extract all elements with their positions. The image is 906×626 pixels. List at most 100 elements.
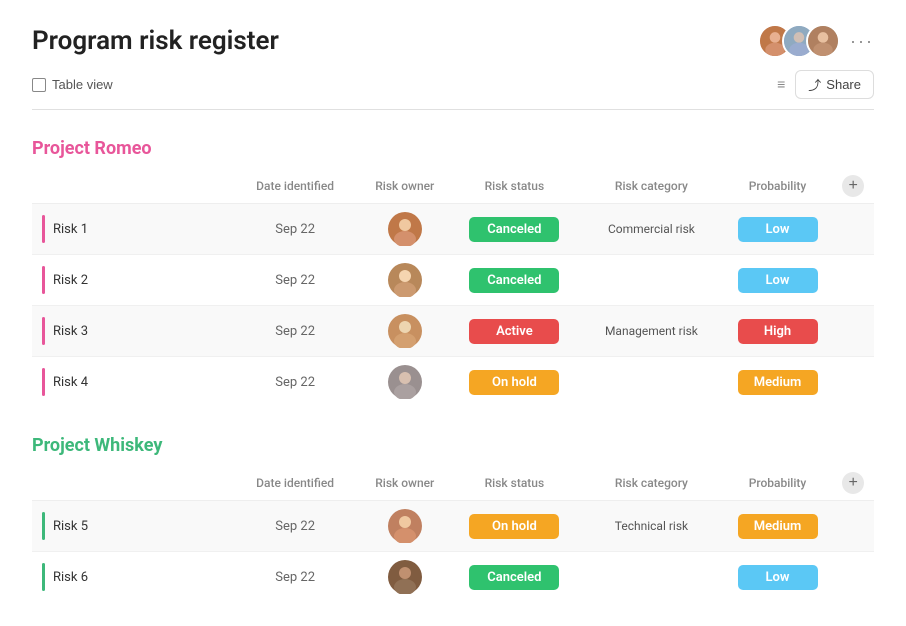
- risk-status-cell[interactable]: Canceled: [449, 204, 581, 255]
- risk-action-cell: [832, 204, 874, 255]
- risk-owner-cell[interactable]: [361, 204, 449, 255]
- risk-date-cell: Sep 22: [229, 204, 361, 255]
- col-owner-header: Risk owner: [361, 169, 449, 204]
- table-row: Risk 2 Sep 22 Canceled Low: [32, 255, 874, 306]
- whiskey-table-header: Date identified Risk owner Risk status R…: [32, 466, 874, 501]
- header-right: ···: [758, 24, 874, 58]
- col-name-header-w: [32, 466, 229, 501]
- risk-status-cell[interactable]: Canceled: [449, 255, 581, 306]
- project-whiskey-title: Project Whiskey: [32, 435, 874, 456]
- risk-name-cell: Risk 5: [32, 501, 229, 552]
- toolbar: Table view ≡ ⤴ Share: [32, 70, 874, 110]
- risk-name[interactable]: Risk 6: [53, 570, 88, 585]
- table-row: Risk 3 Sep 22 Active Management risk Hig…: [32, 306, 874, 357]
- page-header: Program risk register: [32, 24, 874, 58]
- row-indicator: [42, 563, 45, 591]
- table-row: Risk 6 Sep 22 Canceled Low: [32, 552, 874, 603]
- risk-probability-cell[interactable]: Medium: [723, 357, 833, 408]
- owner-avatar: [388, 560, 422, 594]
- probability-badge[interactable]: Medium: [738, 514, 818, 539]
- table-view-label: Table view: [52, 77, 113, 92]
- col-name-header: [32, 169, 229, 204]
- risk-status-cell[interactable]: Canceled: [449, 552, 581, 603]
- col-probability-header: Probability: [723, 169, 833, 204]
- status-badge[interactable]: Canceled: [469, 217, 559, 242]
- filter-icon[interactable]: ≡: [777, 76, 785, 93]
- risk-name-cell: Risk 3: [32, 306, 229, 357]
- risk-category-cell: [580, 255, 723, 306]
- risk-probability-cell[interactable]: Medium: [723, 501, 833, 552]
- risk-name-cell: Risk 2: [32, 255, 229, 306]
- risk-probability-cell[interactable]: Low: [723, 204, 833, 255]
- risk-name[interactable]: Risk 1: [53, 222, 88, 237]
- risk-owner-cell[interactable]: [361, 552, 449, 603]
- col-date-header-w: Date identified: [229, 466, 361, 501]
- romeo-table-header: Date identified Risk owner Risk status R…: [32, 169, 874, 204]
- risk-name-cell: Risk 6: [32, 552, 229, 603]
- project-whiskey-section: Project Whiskey Date identified Risk own…: [32, 435, 874, 602]
- risk-name[interactable]: Risk 3: [53, 324, 88, 339]
- probability-badge[interactable]: Low: [738, 268, 818, 293]
- table-row: Risk 5 Sep 22 On hold Technical risk Med…: [32, 501, 874, 552]
- table-row: Risk 1 Sep 22 Canceled Commercial risk L…: [32, 204, 874, 255]
- risk-date-cell: Sep 22: [229, 306, 361, 357]
- table-view-button[interactable]: Table view: [32, 77, 113, 92]
- risk-name[interactable]: Risk 4: [53, 375, 88, 390]
- col-add-header: +: [832, 169, 874, 204]
- add-row-button-whiskey[interactable]: +: [842, 472, 864, 494]
- toolbar-right: ≡ ⤴ Share: [777, 70, 874, 99]
- risk-action-cell: [832, 552, 874, 603]
- row-indicator: [42, 512, 45, 540]
- risk-action-cell: [832, 501, 874, 552]
- whiskey-table: Date identified Risk owner Risk status R…: [32, 466, 874, 602]
- owner-avatar: [388, 314, 422, 348]
- risk-probability-cell[interactable]: Low: [723, 255, 833, 306]
- risk-status-cell[interactable]: On hold: [449, 501, 581, 552]
- probability-badge[interactable]: Medium: [738, 370, 818, 395]
- probability-badge[interactable]: Low: [738, 565, 818, 590]
- avatar-3[interactable]: [806, 24, 840, 58]
- more-options-button[interactable]: ···: [850, 31, 874, 52]
- risk-status-cell[interactable]: Active: [449, 306, 581, 357]
- probability-badge[interactable]: Low: [738, 217, 818, 242]
- risk-owner-cell[interactable]: [361, 255, 449, 306]
- risk-category-cell: [580, 357, 723, 408]
- share-icon: ⤴: [808, 75, 821, 94]
- share-button[interactable]: ⤴ Share: [795, 70, 874, 99]
- risk-owner-cell[interactable]: [361, 501, 449, 552]
- col-probability-header-w: Probability: [723, 466, 833, 501]
- share-label: Share: [826, 77, 861, 92]
- risk-category-cell: [580, 552, 723, 603]
- risk-probability-cell[interactable]: High: [723, 306, 833, 357]
- col-status-header-w: Risk status: [449, 466, 581, 501]
- col-add-header-w: +: [832, 466, 874, 501]
- page-title: Program risk register: [32, 26, 279, 56]
- risk-probability-cell[interactable]: Low: [723, 552, 833, 603]
- romeo-table: Date identified Risk owner Risk status R…: [32, 169, 874, 407]
- status-badge[interactable]: On hold: [469, 370, 559, 395]
- col-category-header: Risk category: [580, 169, 723, 204]
- risk-owner-cell[interactable]: [361, 357, 449, 408]
- risk-owner-cell[interactable]: [361, 306, 449, 357]
- owner-avatar: [388, 365, 422, 399]
- probability-badge[interactable]: High: [738, 319, 818, 344]
- project-romeo-title: Project Romeo: [32, 138, 874, 159]
- risk-name[interactable]: Risk 5: [53, 519, 88, 534]
- status-badge[interactable]: Active: [469, 319, 559, 344]
- col-date-header: Date identified: [229, 169, 361, 204]
- row-indicator: [42, 317, 45, 345]
- status-badge[interactable]: On hold: [469, 514, 559, 539]
- user-avatars: [758, 24, 840, 58]
- risk-name[interactable]: Risk 2: [53, 273, 88, 288]
- add-row-button-romeo[interactable]: +: [842, 175, 864, 197]
- status-badge[interactable]: Canceled: [469, 268, 559, 293]
- risk-category-cell: Technical risk: [580, 501, 723, 552]
- risk-date-cell: Sep 22: [229, 552, 361, 603]
- col-category-header-w: Risk category: [580, 466, 723, 501]
- risk-action-cell: [832, 357, 874, 408]
- row-indicator: [42, 215, 45, 243]
- risk-category-cell: Management risk: [580, 306, 723, 357]
- risk-status-cell[interactable]: On hold: [449, 357, 581, 408]
- risk-category-cell: Commercial risk: [580, 204, 723, 255]
- status-badge[interactable]: Canceled: [469, 565, 559, 590]
